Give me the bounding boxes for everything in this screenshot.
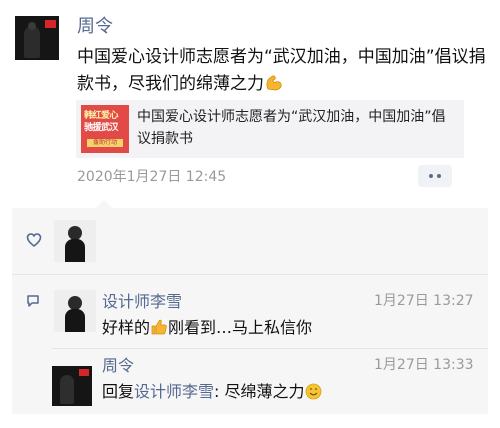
thumbnail-line-3: 援助行动 xyxy=(87,139,123,147)
post-author-name[interactable]: 周令 xyxy=(77,12,113,38)
muscle-emoji-icon xyxy=(266,75,282,91)
panel-pointer xyxy=(96,200,112,208)
shared-link-card[interactable]: 韩红爱心 驰援武汉 援助行动 中国爱心设计师志愿者为“武汉加油，中国加油”倡议捐… xyxy=(76,100,464,158)
commenter-avatar[interactable] xyxy=(52,366,92,406)
avatar-body xyxy=(65,239,85,262)
avatar-figure xyxy=(60,375,74,404)
commenter-name[interactable]: 设计师李雪 xyxy=(102,288,182,312)
more-dots-icon xyxy=(437,174,441,178)
liker-avatar[interactable] xyxy=(54,220,96,262)
thumbnail-line-1: 韩红爱心 xyxy=(84,111,119,121)
avatar-logo xyxy=(45,20,56,28)
avatar-logo xyxy=(79,369,89,376)
comment-text-before: 好样的 xyxy=(102,318,151,337)
avatar-body xyxy=(65,309,85,332)
comment-text-after: 刚看到…马上私信你 xyxy=(168,318,313,337)
comment-text: 回复设计师李雪: 尽绵薄之力 xyxy=(102,378,322,402)
more-actions-button[interactable] xyxy=(418,165,452,187)
comment-time: 1月27日 13:27 xyxy=(374,293,474,309)
avatar-figure xyxy=(24,22,40,58)
reply-target-name[interactable]: 设计师李雪 xyxy=(134,382,214,401)
shared-link-title: 中国爱心设计师志愿者为“武汉加油，中国加油”倡议捐款书 xyxy=(137,109,446,147)
smile-emoji-icon xyxy=(305,383,321,400)
thumbnail-line-2: 驰援武汉 xyxy=(84,123,119,133)
post-text: 中国爱心设计师志愿者为“武汉加油，中国加油”倡议捐款书，尽我们的绵薄之力 xyxy=(77,44,487,98)
thumbs-up-emoji-icon xyxy=(151,319,167,335)
reply-text: : 尽绵薄之力 xyxy=(214,382,305,401)
comment-icon xyxy=(27,295,39,307)
commenter-avatar[interactable] xyxy=(54,290,96,332)
likes-row xyxy=(12,208,488,274)
avatar-head xyxy=(68,296,82,310)
shared-link-thumbnail: 韩红爱心 驰援武汉 援助行动 xyxy=(81,105,129,153)
post-timestamp: 2020年1月27日 12:45 xyxy=(77,169,227,185)
like-heart-icon xyxy=(26,233,42,248)
reply-prefix: 回复 xyxy=(102,382,135,401)
author-avatar[interactable] xyxy=(15,16,59,60)
avatar-head xyxy=(68,226,82,240)
commenter-name[interactable]: 周令 xyxy=(102,352,134,376)
more-dots-icon xyxy=(429,174,433,178)
comment-text: 好样的 刚看到…马上私信你 xyxy=(102,314,312,338)
likes-divider xyxy=(12,274,488,275)
comment-divider xyxy=(52,348,488,349)
interaction-panel: 设计师李雪 1月27日 13:27 好样的 刚看到…马上私信你 周令 1月27日… xyxy=(12,208,488,414)
comment-time: 1月27日 13:33 xyxy=(374,357,474,373)
